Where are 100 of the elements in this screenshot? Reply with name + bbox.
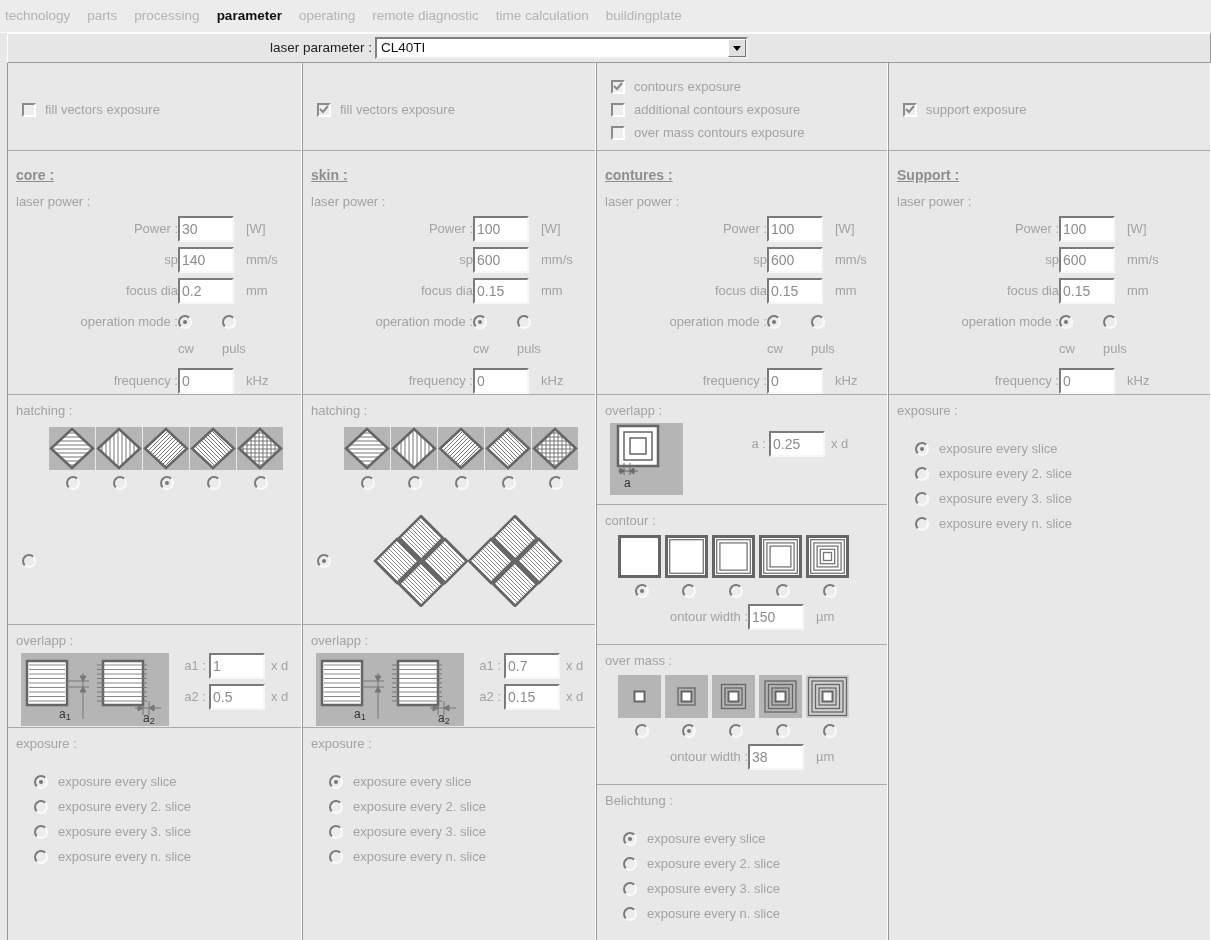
input-field[interactable]: 30 — [178, 216, 234, 242]
radio-button[interactable] — [915, 492, 929, 506]
radio-button[interactable] — [775, 723, 790, 738]
radio-button[interactable] — [915, 517, 929, 531]
unit-label: mm — [245, 282, 269, 301]
option-label: puls — [1103, 339, 1128, 358]
radio-button[interactable] — [728, 723, 743, 738]
tab[interactable]: parameter — [216, 5, 282, 27]
radio-button[interactable] — [329, 825, 343, 839]
tab[interactable]: remote diagnostic — [372, 5, 479, 27]
radio-button[interactable] — [1059, 315, 1073, 329]
field-label: operation mode : — [79, 313, 178, 332]
radio-button[interactable] — [178, 315, 192, 329]
radio-button[interactable] — [681, 723, 696, 738]
overmass-pattern-icon — [618, 674, 661, 718]
radio-button[interactable] — [501, 475, 516, 490]
radio-button[interactable] — [822, 583, 837, 598]
field-label: a1 : — [478, 656, 502, 675]
input-field[interactable]: 0.25 — [769, 430, 825, 457]
checkbox[interactable] — [611, 79, 625, 94]
option-label: exposure every 3. slice — [353, 823, 486, 842]
radio-button[interactable] — [623, 907, 637, 921]
radio-button[interactable] — [473, 315, 487, 329]
checkbox[interactable] — [611, 102, 625, 117]
input-field[interactable]: 140 — [178, 247, 234, 273]
field-label: Power : — [1013, 220, 1059, 239]
radio-button[interactable] — [329, 775, 343, 789]
radio-button[interactable] — [329, 800, 343, 814]
input-field[interactable]: 38 — [748, 743, 804, 770]
section-title: overlapp : — [16, 632, 75, 650]
radio-button[interactable] — [915, 442, 929, 456]
input-field[interactable]: 100 — [767, 216, 823, 242]
tab[interactable]: operating — [298, 5, 356, 27]
radio-button[interactable] — [34, 825, 48, 839]
input-field[interactable]: 0 — [767, 368, 823, 394]
tab[interactable]: processing — [134, 5, 200, 27]
radio-button[interactable] — [34, 800, 48, 814]
input-field[interactable]: 150 — [748, 603, 804, 630]
option-label: exposure every slice — [647, 830, 766, 849]
radio-button[interactable] — [681, 583, 696, 598]
unit-label: kHz — [1126, 372, 1151, 391]
section-subtitle: laser power : — [897, 193, 973, 211]
input-field[interactable]: 0.15 — [473, 278, 529, 304]
radio-button[interactable] — [329, 850, 343, 864]
dropdown-button[interactable] — [728, 39, 747, 57]
input-field[interactable]: 0 — [473, 368, 529, 394]
radio-button[interactable] — [22, 553, 36, 568]
radio-button[interactable] — [65, 475, 80, 490]
checkbox[interactable] — [317, 102, 331, 117]
checkbox[interactable] — [903, 102, 917, 117]
radio-button[interactable] — [317, 553, 331, 568]
input-field[interactable]: 0.5 — [209, 683, 265, 710]
radio-button[interactable] — [1103, 315, 1117, 329]
radio-button[interactable] — [915, 467, 929, 481]
radio-button[interactable] — [728, 583, 743, 598]
input-field[interactable]: 0.7 — [504, 652, 560, 679]
input-field[interactable]: 0.15 — [504, 683, 560, 710]
radio-button[interactable] — [222, 315, 236, 329]
option-label: exposure every 2. slice — [647, 855, 780, 874]
input-field[interactable]: 600 — [1059, 247, 1115, 273]
radio-button[interactable] — [811, 315, 825, 329]
tab[interactable]: buildingplate — [605, 5, 682, 27]
radio-button[interactable] — [623, 832, 637, 846]
radio-button[interactable] — [623, 857, 637, 871]
radio-button[interactable] — [34, 850, 48, 864]
radio-button[interactable] — [159, 475, 174, 490]
radio-button[interactable] — [822, 723, 837, 738]
radio-button[interactable] — [634, 723, 649, 738]
radio-button[interactable] — [634, 583, 649, 598]
input-field[interactable]: 100 — [473, 216, 529, 242]
radio-button[interactable] — [206, 475, 221, 490]
dropdown[interactable]: CL40TI — [375, 37, 749, 59]
input-field[interactable]: 600 — [767, 247, 823, 273]
tab[interactable]: parts — [87, 5, 118, 27]
input-field[interactable]: 0.15 — [1059, 278, 1115, 304]
section-title: contour : — [605, 512, 657, 530]
checkbox[interactable] — [22, 102, 36, 117]
tab[interactable]: technology — [5, 5, 71, 27]
radio-button[interactable] — [407, 475, 422, 490]
input-field[interactable]: 0.2 — [178, 278, 234, 304]
radio-button[interactable] — [517, 315, 531, 329]
radio-button[interactable] — [623, 882, 637, 896]
radio-button[interactable] — [253, 475, 268, 490]
input-field[interactable]: 0.15 — [767, 278, 823, 304]
diagram-label: a$_{1}$ — [59, 707, 71, 720]
radio-button[interactable] — [454, 475, 469, 490]
input-field[interactable]: 600 — [473, 247, 529, 273]
radio-button[interactable] — [112, 475, 127, 490]
checkbox-label: fill vectors exposure — [340, 100, 455, 119]
input-field[interactable]: 0 — [1059, 368, 1115, 394]
radio-button[interactable] — [548, 475, 563, 490]
tab[interactable]: time calculation — [495, 5, 589, 27]
radio-button[interactable] — [767, 315, 781, 329]
input-field[interactable]: 0 — [178, 368, 234, 394]
radio-button[interactable] — [360, 475, 375, 490]
radio-button[interactable] — [34, 775, 48, 789]
input-field[interactable]: 1 — [209, 652, 265, 679]
input-field[interactable]: 100 — [1059, 216, 1115, 242]
checkbox[interactable] — [611, 125, 625, 140]
radio-button[interactable] — [775, 583, 790, 598]
